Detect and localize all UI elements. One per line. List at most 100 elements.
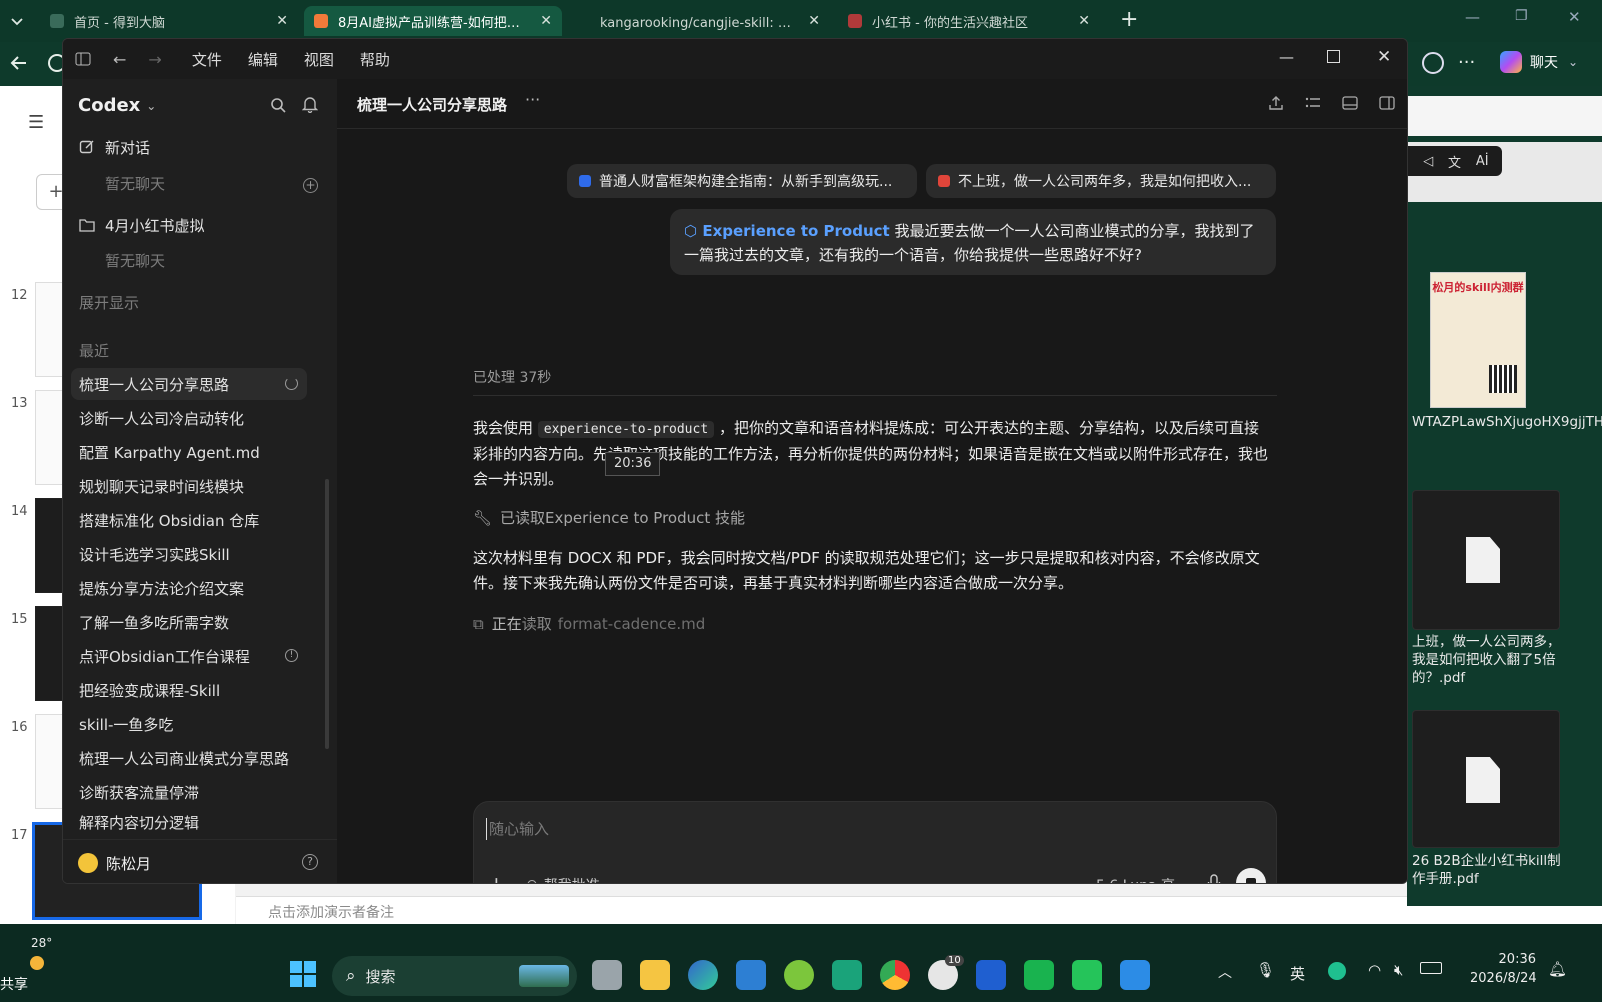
avatar[interactable]: [78, 853, 98, 873]
terminal-panel-icon[interactable]: [1342, 96, 1358, 110]
window-minimize-icon[interactable]: —: [1279, 48, 1294, 66]
browser-tab[interactable]: kangarooking/cangjie-skill: 把书 ✕: [590, 6, 830, 36]
file-name[interactable]: WTAZPLawShXjugoHX9gjjTHq.png: [1412, 413, 1602, 431]
back-arrow-icon[interactable]: ←: [113, 50, 126, 69]
wifi-icon[interactable]: ◠: [1368, 961, 1381, 979]
send-icon[interactable]: ◁: [1423, 154, 1433, 169]
recent-chat-item[interactable]: 解释内容切分逻辑: [71, 809, 307, 835]
tab-close-icon[interactable]: ✕: [808, 13, 820, 29]
menu-file[interactable]: 文件: [192, 49, 222, 70]
pdf-file-card[interactable]: [1412, 710, 1560, 848]
ai-icon[interactable]: Aİ: [1476, 154, 1489, 169]
pdf-file-card[interactable]: [1412, 490, 1560, 630]
weather-temp[interactable]: 28°: [31, 936, 52, 950]
minimize-icon[interactable]: —: [1465, 8, 1480, 26]
recent-chat-item[interactable]: 设计毛选学习实践Skill: [71, 538, 307, 570]
new-chat-button[interactable]: 新对话: [71, 131, 307, 163]
recent-chat-item[interactable]: skill-一鱼多吃: [71, 708, 307, 740]
profile-ring-icon[interactable]: [1422, 52, 1444, 74]
ime-indicator[interactable]: 英: [1290, 963, 1305, 984]
tray-overflow-icon[interactable]: ︿: [1218, 962, 1232, 982]
browser-tab-active[interactable]: 8月AI虚拟产品训练营-如何把自己 ✕: [304, 6, 562, 36]
weather-sun-icon[interactable]: [30, 956, 44, 970]
chrome-icon[interactable]: [880, 960, 910, 990]
taskbar-search[interactable]: ⌕ 搜索: [332, 956, 577, 996]
file-name[interactable]: 26 B2B企业小红书kill制作手册.pdf: [1412, 852, 1562, 886]
skill-read-status[interactable]: 🔧︎ 已读取Experience to Product 技能: [473, 507, 745, 528]
task-view-icon[interactable]: [592, 960, 622, 990]
browser-tab[interactable]: 首页 - 得到大脑 ✕: [40, 6, 298, 36]
clock[interactable]: 20:36 2026/8/24: [1470, 950, 1537, 988]
bell-icon[interactable]: [302, 96, 318, 113]
tray-app-icon[interactable]: [1328, 962, 1346, 980]
start-windows-icon[interactable]: [290, 961, 316, 987]
tab-close-icon[interactable]: ✕: [540, 13, 552, 29]
edge-browser-icon[interactable]: [688, 960, 718, 990]
new-tab-plus-icon[interactable]: +: [1120, 9, 1138, 31]
recent-chat-item[interactable]: 诊断获客流量停滞: [71, 776, 307, 808]
help-icon[interactable]: ?: [302, 854, 318, 870]
wechat-icon[interactable]: [1024, 960, 1054, 990]
app-icon[interactable]: [784, 960, 814, 990]
recent-chat-item[interactable]: 把经验变成课程-Skill: [71, 674, 307, 706]
image-file-thumbnail[interactable]: 松月的skill内测群: [1430, 272, 1526, 408]
sidebar-folder[interactable]: 4月小红书虚拟: [71, 209, 307, 241]
sidebar-toggle-icon[interactable]: [75, 51, 91, 67]
model-selector[interactable]: 5.6 Luna 高 ⌄: [1096, 875, 1193, 883]
recent-chat-item[interactable]: 规划聊天记录时间线模块: [71, 470, 307, 502]
recent-chat-item-selected[interactable]: 梳理一人公司分享思路: [71, 368, 307, 400]
window-maximize-icon[interactable]: [1327, 50, 1340, 63]
more-options-icon[interactable]: ···: [525, 90, 540, 109]
close-icon[interactable]: ✕: [1568, 8, 1581, 26]
browser-tab[interactable]: 小红书 - 你的生活兴趣社区 ✕: [838, 6, 1100, 36]
microphone-icon[interactable]: 🎙︎: [1256, 961, 1275, 979]
store-icon[interactable]: [736, 960, 766, 990]
attachment-chip[interactable]: 不上班，做一人公司两年多，我是如何把收入...: [926, 164, 1276, 198]
menu-edit[interactable]: 编辑: [248, 49, 278, 70]
translate-icon[interactable]: 文: [1448, 152, 1461, 171]
recent-chat-item[interactable]: 点评Obsidian工作台课程 !: [71, 640, 307, 672]
tab-list-chevron-icon[interactable]: [8, 12, 26, 30]
tab-close-icon[interactable]: ✕: [276, 13, 288, 29]
message-input[interactable]: 随心输入: [486, 818, 1246, 840]
add-attachment-icon[interactable]: +: [488, 872, 505, 883]
file-explorer-icon[interactable]: [640, 960, 670, 990]
app-icon[interactable]: [976, 960, 1006, 990]
right-panel-icon[interactable]: [1379, 96, 1395, 110]
expand-link[interactable]: 展开显示: [71, 286, 307, 318]
skill-tag[interactable]: ⬡ Experience to Product: [684, 222, 890, 240]
menu-help[interactable]: 帮助: [360, 49, 390, 70]
approval-mode-button[interactable]: ⊙ 帮我批准: [526, 875, 600, 883]
recent-chat-item[interactable]: 提炼分享方法论介绍文案: [71, 572, 307, 604]
recent-chat-item[interactable]: 配置 Karpathy Agent.md: [71, 436, 307, 468]
brand-switcher[interactable]: Codex ⌄: [78, 95, 156, 116]
volume-mute-icon[interactable]: 🔇︎: [1394, 961, 1403, 979]
recent-chat-item[interactable]: 梳理一人公司商业模式分享思路: [71, 742, 307, 774]
stop-button[interactable]: [1236, 868, 1266, 883]
outline-toggle-icon[interactable]: ☰: [28, 112, 44, 133]
recent-chat-item[interactable]: 搭建标准化 Obsidian 仓库: [71, 504, 307, 536]
processed-time[interactable]: 已处理 37秒: [473, 367, 551, 387]
window-close-icon[interactable]: ✕: [1377, 47, 1391, 67]
tab-close-icon[interactable]: ✕: [1078, 13, 1090, 29]
copilot-chat-button[interactable]: 聊天 ⌄: [1500, 51, 1578, 73]
back-arrow-icon[interactable]: [8, 52, 30, 74]
microphone-icon[interactable]: [1207, 874, 1221, 883]
user-name[interactable]: 陈松月: [106, 853, 151, 874]
chat-app-icon[interactable]: [1072, 960, 1102, 990]
recent-chat-item[interactable]: 了解一鱼多吃所需字数: [71, 606, 307, 638]
notification-bell-icon[interactable]: 🔔︎: [1548, 960, 1567, 978]
file-name[interactable]: 上班，做一人公司两多，我是如何把收入翻了5倍的？.pdf: [1412, 633, 1562, 687]
app-icon[interactable]: [1120, 960, 1150, 990]
menu-view[interactable]: 视图: [304, 49, 334, 70]
restore-icon[interactable]: ❐: [1515, 8, 1528, 24]
battery-icon[interactable]: [1420, 962, 1442, 974]
more-options-icon[interactable]: ···: [1458, 52, 1475, 73]
share-icon[interactable]: [1268, 95, 1284, 111]
forward-arrow-icon[interactable]: →: [148, 50, 161, 69]
search-icon[interactable]: [270, 97, 286, 113]
attachment-chip[interactable]: 普通人财富框架构建全指南：从新手到高级玩...: [567, 164, 917, 198]
sidebar-scrollbar[interactable]: [325, 479, 329, 749]
speaker-notes-field[interactable]: 点击添加演示者备注: [236, 896, 1602, 926]
list-view-icon[interactable]: [1305, 96, 1321, 110]
